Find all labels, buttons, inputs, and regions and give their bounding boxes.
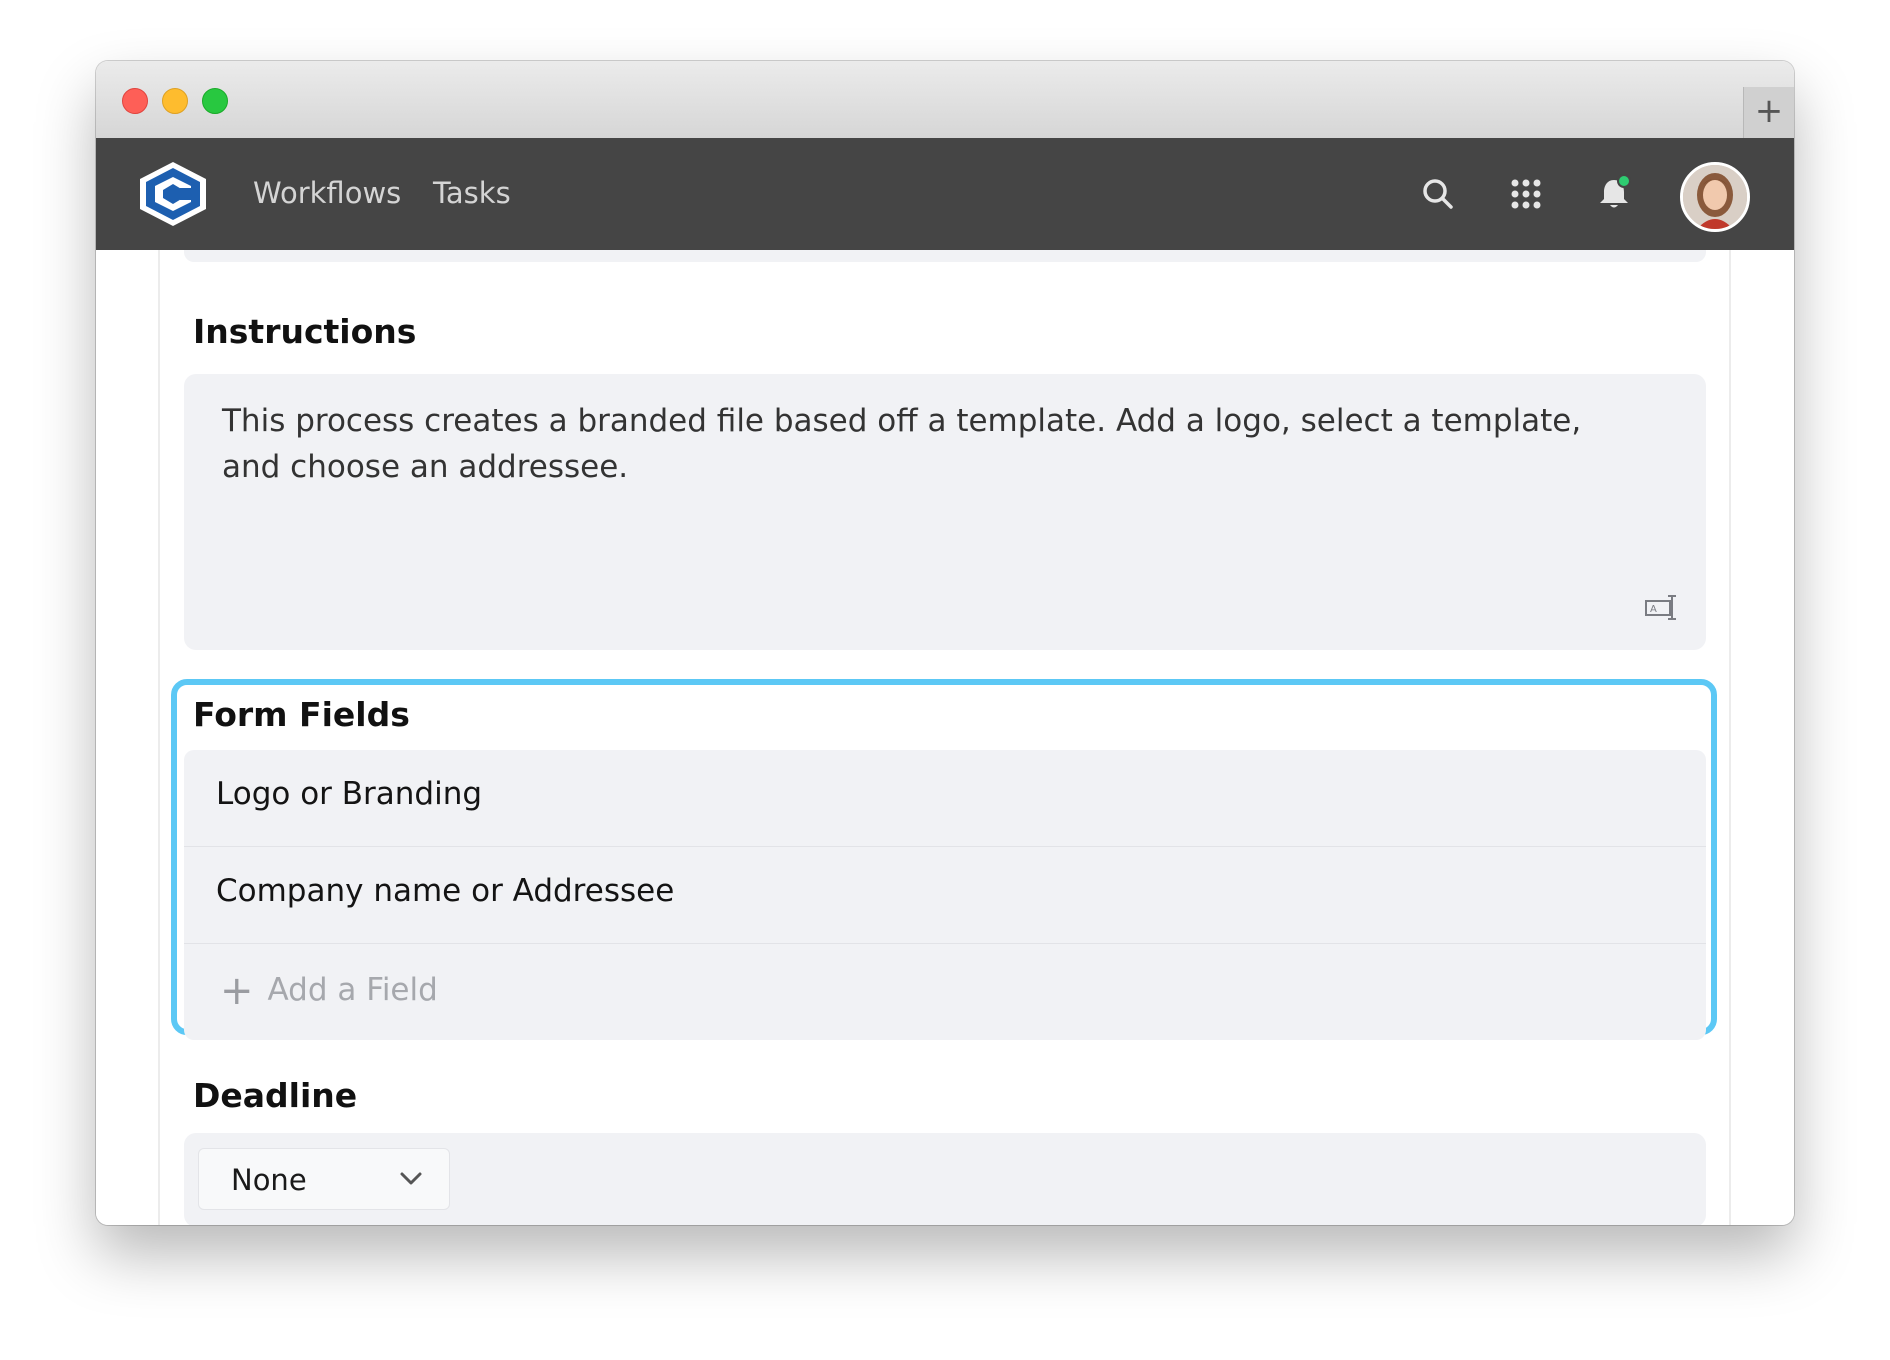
search-icon[interactable] — [1418, 174, 1458, 214]
top-navbar: Workflows Tasks — [96, 138, 1794, 250]
form-field-row[interactable]: Company name or Addressee — [184, 847, 1706, 944]
content-border-right — [1729, 250, 1731, 1225]
chevron-down-icon — [400, 1172, 422, 1185]
content-border-left — [158, 250, 160, 1225]
main-content: Instructions This process creates a bran… — [96, 250, 1794, 1225]
minimize-window-button[interactable] — [162, 88, 188, 114]
deadline-heading: Deadline — [193, 1076, 358, 1115]
add-field-button[interactable]: + Add a Field — [184, 944, 1706, 1040]
plus-icon: + — [220, 968, 254, 1014]
app-logo-icon[interactable] — [136, 160, 210, 228]
instructions-textarea[interactable]: This process creates a branded file base… — [184, 374, 1706, 650]
form-field-label: Company name or Addressee — [216, 873, 675, 909]
deadline-select[interactable]: None — [198, 1148, 450, 1210]
instructions-text: This process creates a branded file base… — [222, 403, 1582, 485]
deadline-card: None — [184, 1133, 1706, 1225]
form-fields-heading: Form Fields — [193, 695, 410, 734]
text-format-icon[interactable]: A — [1644, 592, 1680, 622]
apps-grid-icon[interactable] — [1506, 174, 1546, 214]
previous-section-card — [184, 250, 1706, 262]
bell-icon[interactable] — [1594, 174, 1634, 214]
add-field-label: Add a Field — [267, 972, 438, 1008]
form-field-row[interactable]: Logo or Branding — [184, 750, 1706, 847]
user-avatar-icon — [1683, 165, 1747, 229]
maximize-window-button[interactable] — [202, 88, 228, 114]
form-fields-list: Logo or Branding Company name or Address… — [184, 750, 1706, 1040]
notification-dot — [1617, 174, 1631, 188]
browser-window: + Workflows Tasks Instructions This proc… — [96, 61, 1794, 1225]
close-window-button[interactable] — [122, 88, 148, 114]
nav-link-tasks[interactable]: Tasks — [433, 176, 511, 210]
add-field-content: + Add a Field — [220, 968, 438, 1014]
instructions-heading: Instructions — [193, 312, 417, 351]
avatar[interactable] — [1680, 162, 1750, 232]
window-titlebar: + — [96, 61, 1794, 139]
new-tab-button[interactable]: + — [1743, 87, 1794, 138]
form-field-label: Logo or Branding — [216, 776, 483, 812]
nav-link-workflows[interactable]: Workflows — [253, 176, 401, 210]
svg-text:A: A — [1650, 604, 1657, 615]
deadline-select-value: None — [231, 1163, 307, 1197]
